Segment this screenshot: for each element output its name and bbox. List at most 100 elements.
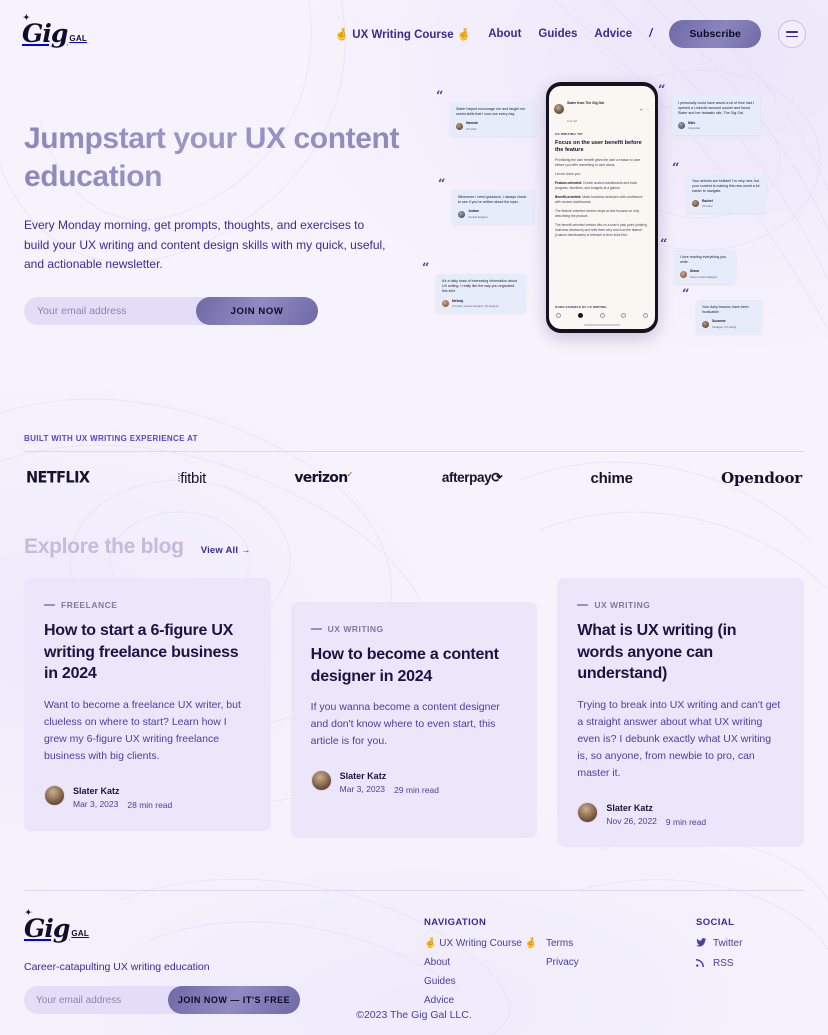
card-title: How to start a 6-figure UX writing freel… [44,622,239,683]
card-meta: Slater Katz Mar 3, 2023 28 min read [44,781,251,810]
testimonial-author-name: Jordan [468,209,479,214]
card-category: UX WRITING [310,624,518,634]
testimonial-author: Rachel UX writer [692,199,760,209]
site-header: Gig GAL 🤞 UX Writing Course 🤞 About Guid… [0,0,828,68]
card-dateline: Nov 26, 2022 9 min read [606,816,706,827]
footer-link-guides[interactable]: Guides [424,976,546,987]
social-label: Twitter [713,938,743,950]
blog-card[interactable]: UX WRITING How to become a content desig… [290,602,538,838]
quote-mark-icon: “ [436,89,444,104]
quote-mark-icon: “ [682,287,690,302]
logo-wordmark: Gig [22,14,68,46]
card-date: Mar 3, 2023 [73,798,119,809]
hero-visual: “ Slater helped encourage me and taught … [422,82,804,352]
quote-mark-icon: “ [438,177,446,192]
card-dateline: Mar 3, 2023 28 min read [73,799,172,810]
blog-section: Explore the blog View All → FREELANCE Ho… [0,535,828,848]
footer-link-ux-writing-course[interactable]: 🤞 UX Writing Course 🤞 [424,938,546,949]
testimonial-card: Your articles are brilliant! I'm very ne… [686,174,766,214]
email-label: Benefit-oriented: [555,195,582,199]
email-paragraph: The benefit-oriented version hits on a u… [555,222,647,237]
toolbar-icon-2[interactable] [577,313,583,319]
quote-mark-icon: “ [422,261,430,276]
logo-subtext: GAL [69,33,88,43]
card-meta: Slater Katz Mar 3, 2023 29 min read [310,766,518,795]
brand-label: afterpay [441,470,492,485]
social-link-twitter[interactable]: Twitter [696,938,804,949]
footer-link-advice[interactable]: Advice [424,995,546,1006]
avatar [702,321,709,329]
footer-link-privacy[interactable]: Privacy [546,957,668,968]
brands-label: BUILT WITH UX WRITING EXPERIENCE AT [24,434,198,443]
toolbar-icon-5[interactable] [643,313,648,319]
brand-logo-netflix: NETFLIX [26,469,90,487]
more-options-icon[interactable]: ⋮ [646,107,650,112]
email-label: Feature-oriented: [555,181,583,186]
footer-nav-col-2: Terms Privacy [546,938,668,1014]
avatar [44,785,65,807]
card-date: Mar 3, 2023 [339,784,386,795]
testimonial-author: Melody UX writer, content designer, UX d… [442,299,520,309]
hero-join-now-button[interactable]: JOIN NOW [196,297,318,326]
blog-card[interactable]: FREELANCE How to start a 6-figure UX wri… [24,578,271,831]
brand-logo-opendoor: Opendoor [721,469,802,487]
hero-subtitle: Every Monday morning, get prompts, thoug… [24,217,386,272]
testimonial-text: It's a daily dose of interesting informa… [442,279,518,294]
blog-card[interactable]: UX WRITING What is UX writing (in words … [557,578,805,848]
toolbar-icon-4[interactable] [621,313,627,319]
footer-tagline: Career-catapulting UX writing education [24,961,210,973]
avatar [577,802,599,824]
footer-link-terms[interactable]: Terms [546,938,668,949]
avatar [554,104,564,114]
site-footer: Gig GAL Career-catapulting UX writing ed… [0,891,828,1014]
view-all-link[interactable]: View All → [201,545,251,556]
testimonial-author-name: Suzanne [712,319,726,324]
reply-icon[interactable]: ↩ [640,107,643,112]
subscribe-button[interactable]: Subscribe [669,20,761,48]
testimonial-author: Jordan Content designer [458,209,528,219]
card-author-name: Slater Katz [606,802,653,813]
hero-copy: Jumpstart your UX content education Ever… [24,120,424,352]
logo-wordmark: Gig [24,909,70,941]
footer-logo[interactable]: Gig GAL [24,909,424,941]
testimonial-author-role: UX writer [702,204,713,208]
site-logo[interactable]: Gig GAL [22,14,88,46]
testimonial-card: Slater helped encourage me and taught me… [450,102,536,136]
testimonial-card: I love reading everything you write. Dia… [674,250,736,284]
toolbar-icon-1[interactable] [556,313,561,319]
twitter-icon [696,938,707,949]
footer-navigation-column: NAVIGATION 🤞 UX Writing Course 🤞 About G… [424,917,696,1014]
nav-advice[interactable]: Advice [594,28,632,40]
hero-section: Jumpstart your UX content education Ever… [0,68,828,352]
email-footer: GOOD EXAMPLE OF UX WRITING [549,302,655,309]
testimonial-author-name: Melody [452,298,464,303]
toolbar-icon-3[interactable] [599,313,605,319]
avatar [458,211,465,219]
footer-link-about[interactable]: About [424,957,546,968]
card-title: How to become a content designer in 2024 [310,646,499,685]
brand-logo-chime: chime [590,469,633,487]
card-read-time: 28 min read [127,799,173,810]
avatar [680,271,687,279]
testimonial-text: I love reading everything you write. [680,255,726,265]
card-description: If you wanna become a content designer a… [310,701,500,748]
avatar [692,200,699,208]
card-date: Nov 26, 2022 [606,815,657,826]
hamburger-menu-icon[interactable] [778,20,806,48]
nav-guides[interactable]: Guides [538,28,577,40]
testimonial-text: Whenever I need guidance, I always check… [458,195,527,205]
social-label: RSS [713,957,734,969]
nav-about[interactable]: About [488,28,521,40]
phone-screen: Slater from The Gig Gal 9:41 AM ↩ ⋮ UX W… [549,86,655,329]
hero-email-input[interactable] [24,305,196,318]
email-paragraph: Feature-oriented: Create custom dashboar… [555,181,649,191]
footer-nav-heading: NAVIGATION [424,917,487,929]
avatar [442,300,449,308]
nav-ux-writing-course[interactable]: 🤞 UX Writing Course 🤞 [335,27,471,41]
email-sender: Slater from The Gig Gal [567,101,604,105]
main-navigation: 🤞 UX Writing Course 🤞 About Guides Advic… [335,20,806,48]
footer-nav-columns: 🤞 UX Writing Course 🤞 About Guides Advic… [424,938,696,1014]
footer-email-input[interactable] [24,994,168,1006]
social-link-rss[interactable]: RSS [696,957,804,969]
testimonial-author: Mike Copywriter [678,121,754,131]
